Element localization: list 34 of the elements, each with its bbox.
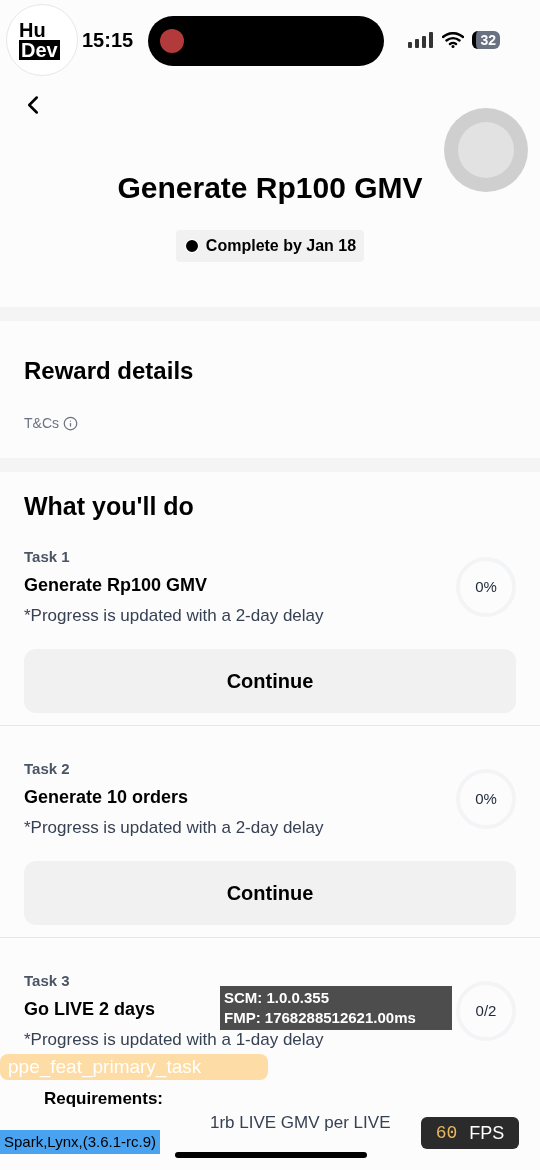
- wifi-icon: [442, 32, 465, 48]
- page-title: Generate Rp100 GMV: [117, 170, 423, 206]
- continue-button[interactable]: Continue: [24, 648, 516, 713]
- engine-text: Spark,Lynx,(3.6.1-rc.9): [4, 1133, 156, 1150]
- fps-value: 60: [435, 1121, 458, 1145]
- task-title: Generate 10 orders: [24, 786, 189, 809]
- requirement-text: 1rb LIVE GMV per LIVE: [210, 1112, 391, 1133]
- fps-label: FPS: [469, 1121, 505, 1145]
- logo-text: Dev: [19, 40, 60, 60]
- deadline-text: Complete by Jan 18: [205, 236, 357, 256]
- scm-text: SCM: 1.0.0.355: [224, 988, 331, 1008]
- task-title: Generate Rp100 GMV: [24, 574, 208, 597]
- section-title: Reward details: [24, 356, 195, 386]
- branch-text: ppe_feat_primary_task: [8, 1054, 202, 1080]
- task-note: *Progress is updated with a 2-day delay: [24, 605, 324, 627]
- progress-ring: 0%: [456, 769, 516, 829]
- section-title: What you'll do: [23, 491, 195, 522]
- task-label: Task 1: [24, 546, 70, 567]
- task-title: Go LIVE 2 days: [24, 998, 156, 1021]
- task-note: *Progress is updated with a 1-day delay: [24, 1029, 324, 1051]
- info-icon[interactable]: [63, 416, 78, 431]
- requirements-title: Requirements:: [44, 1088, 164, 1109]
- continue-button[interactable]: Continue: [24, 860, 516, 925]
- task-label: Task 3: [24, 970, 70, 991]
- battery-level: 32: [472, 31, 500, 49]
- status-time: 15:15: [82, 28, 134, 53]
- task-label: Task 2: [24, 758, 70, 779]
- progress-ring: 0/2: [456, 981, 516, 1041]
- logo-text: Hu: [19, 20, 46, 40]
- fmp-text: FMP: 1768288512621.00ms: [224, 1008, 417, 1028]
- progress-ring: 0%: [456, 557, 516, 617]
- signal-icon: [408, 32, 435, 48]
- terms-link[interactable]: T&Cs: [24, 413, 59, 434]
- task-note: *Progress is updated with a 2-day delay: [24, 817, 324, 839]
